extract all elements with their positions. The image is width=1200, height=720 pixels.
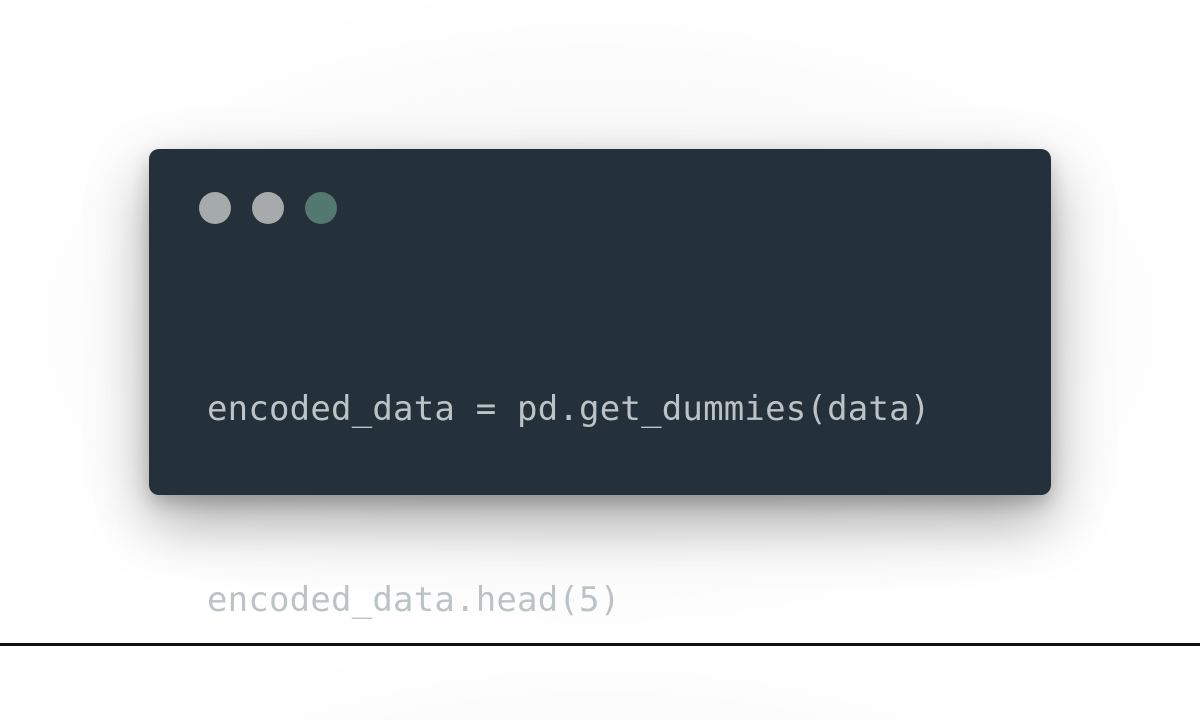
close-button[interactable] xyxy=(199,192,231,224)
minimize-button[interactable] xyxy=(252,192,284,224)
zoom-button[interactable] xyxy=(305,192,337,224)
code-snippet-window: encoded_data = pd.get_dummies(data) enco… xyxy=(149,149,1051,620)
code-body: encoded_data = pd.get_dummies(data) enco… xyxy=(207,289,930,720)
window-controls xyxy=(199,192,337,224)
code-line: encoded_data.head(5) xyxy=(207,580,621,620)
code-line: encoded_data = pd.get_dummies(data) xyxy=(207,389,931,429)
